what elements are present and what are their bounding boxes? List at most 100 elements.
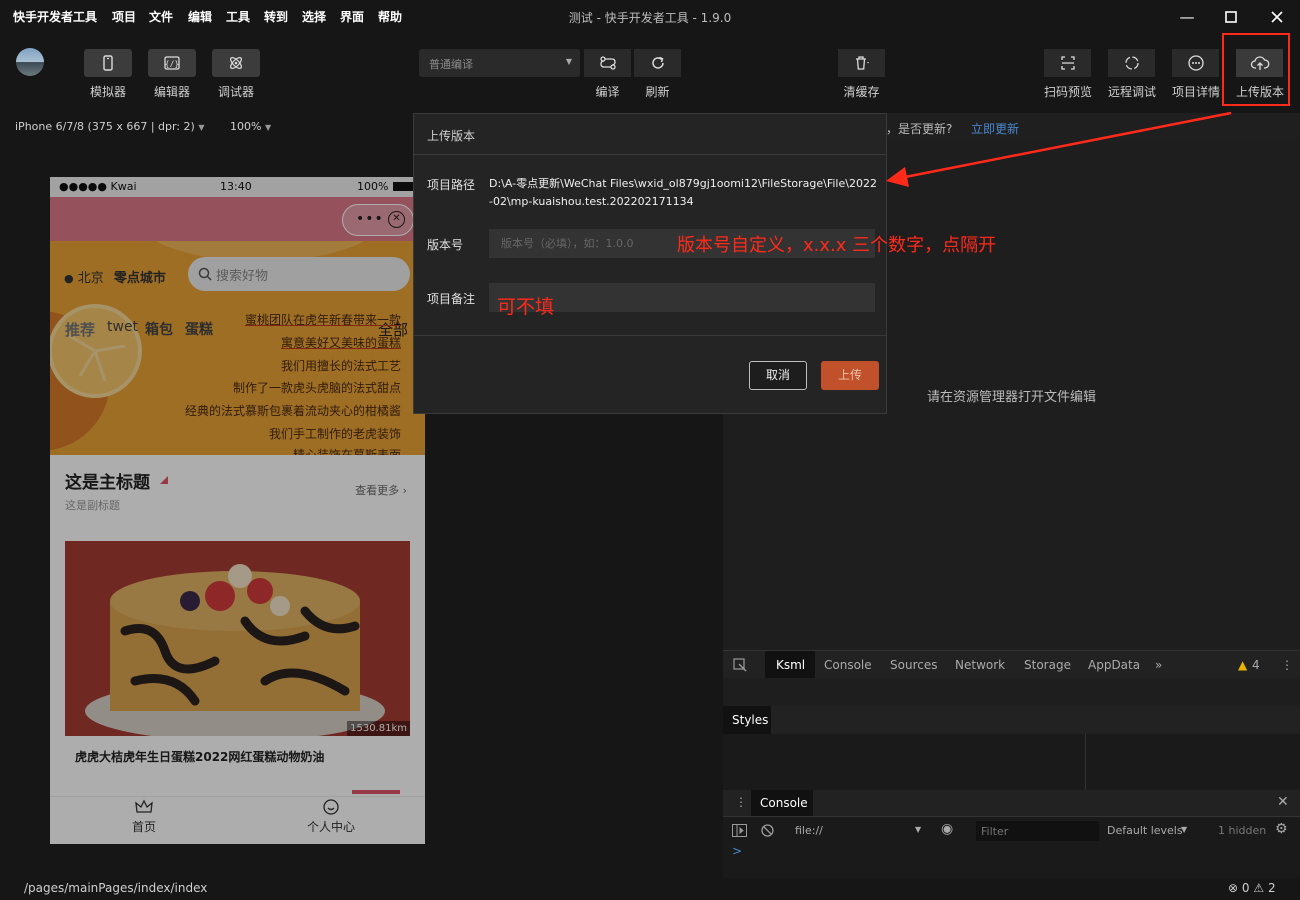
cancel-button[interactable]: 取消 xyxy=(749,361,807,390)
project-details-button[interactable] xyxy=(1172,49,1219,77)
note-hint-annotation: 可不填 xyxy=(497,296,555,318)
warning-icon: ▲ xyxy=(1238,658,1248,672)
trash-icon xyxy=(855,56,869,70)
scan-preview-button[interactable] xyxy=(1044,49,1091,77)
menu-bar: 快手开发者工具 项目 文件 编辑 工具 转到 选择 界面 帮助 测试 - 快手开… xyxy=(0,0,1300,34)
scroll-text: 蜜桃团队在虎年新春带来一款 寓意美好又美味的蛋糕 我们用擅长的法式工艺 制作了一… xyxy=(50,241,425,455)
eye-icon[interactable]: ◉ xyxy=(941,821,953,837)
more-circle-icon xyxy=(1187,55,1204,71)
tab-network[interactable]: Network xyxy=(955,658,1005,672)
banner: ● 北京 零点城市 搜索好物 推荐 twet 箱包 蛋糕 全部 蜜桃团队在虎年新… xyxy=(50,241,425,455)
phone-status-bar: ●●●●● Kwai 13:40 100% xyxy=(50,177,425,197)
scan-icon xyxy=(1060,56,1075,70)
console-output[interactable]: > xyxy=(723,844,1300,878)
upload-button[interactable]: 上传 xyxy=(821,361,879,390)
clock: 13:40 xyxy=(220,180,252,193)
editor-button[interactable]: {/} xyxy=(148,49,196,77)
compile-mode-value: 普通编译 xyxy=(429,58,473,71)
close-icon xyxy=(1271,11,1283,23)
debugger-label: 调试器 xyxy=(217,85,254,99)
editor-label: 编辑器 xyxy=(153,85,190,99)
divider xyxy=(414,335,886,336)
avatar[interactable] xyxy=(16,48,44,76)
clear-console-icon[interactable] xyxy=(761,824,774,837)
context-dropdown-icon[interactable]: ▼ xyxy=(915,825,921,834)
more-tabs-icon[interactable]: » xyxy=(1155,658,1162,672)
dropdown-triangle-icon: ▼ xyxy=(565,57,572,66)
console-settings-icon[interactable]: ⚙ xyxy=(1275,821,1288,837)
maximize-icon xyxy=(1225,11,1237,23)
levels-dropdown-icon[interactable]: ▼ xyxy=(1181,825,1187,834)
tab-ksml[interactable]: Ksml xyxy=(776,658,805,672)
panel-divider xyxy=(1085,734,1086,790)
tab-profile[interactable]: 个人中心 xyxy=(291,799,371,835)
tab-styles[interactable]: Styles xyxy=(732,713,768,727)
inspect-icon[interactable] xyxy=(733,658,747,672)
phone-tab-bar: 首页 个人中心 xyxy=(50,796,425,844)
device-value: iPhone 6/7/8 (375 x 667 | dpr: 2) xyxy=(15,120,195,133)
device-select[interactable]: iPhone 6/7/8 (375 x 667 | dpr: 2) ▼ xyxy=(15,120,204,133)
see-more-link[interactable]: 查看更多 › xyxy=(355,482,407,498)
kebab-menu-icon[interactable]: ⋮ xyxy=(1281,658,1293,672)
refresh-button[interactable] xyxy=(634,49,681,77)
simulator-label: 模拟器 xyxy=(89,85,126,99)
hidden-count: 1 hidden xyxy=(1218,824,1267,837)
compile-label: 编译 xyxy=(595,85,620,99)
close-window-button[interactable] xyxy=(1266,6,1288,28)
remote-debug-label: 远程调试 xyxy=(1107,85,1156,99)
tab-console[interactable]: Console xyxy=(824,658,872,672)
tab-sources[interactable]: Sources xyxy=(890,658,937,672)
tab-console-drawer[interactable]: Console xyxy=(760,796,808,810)
smile-icon xyxy=(323,799,339,815)
devtools-tab-bar: Ksml Console Sources Network Storage App… xyxy=(723,650,1300,678)
scroll-line: 我们手工制作的老虎装饰 xyxy=(268,427,401,441)
product-image[interactable]: 1530.81km xyxy=(65,541,410,736)
tab-home[interactable]: 首页 xyxy=(104,799,184,835)
capsule-menu[interactable]: ••• ✕ xyxy=(342,204,414,236)
simulator-button[interactable] xyxy=(84,49,132,77)
context-select[interactable]: file:// xyxy=(795,824,823,837)
log-levels-select[interactable]: Default levels xyxy=(1107,824,1183,837)
close-drawer-icon[interactable]: ✕ xyxy=(1277,794,1289,810)
battery-icon xyxy=(393,182,413,191)
compile-icon xyxy=(599,56,616,70)
window-title: 测试 - 快手开发者工具 - 1.9.0 xyxy=(568,11,732,25)
highlight-box xyxy=(1222,33,1290,106)
battery-level: 100% xyxy=(357,180,389,193)
scan-preview-label: 扫码预览 xyxy=(1043,85,1092,99)
sidebar-toggle-icon[interactable] xyxy=(732,824,747,837)
remote-debug-button[interactable] xyxy=(1108,49,1155,77)
compile-mode-select[interactable]: 普通编译 ▼ xyxy=(419,49,580,77)
warning-count-status: 2 xyxy=(1267,881,1276,895)
drawer-menu-icon[interactable]: ⋮ xyxy=(735,795,747,809)
remote-debug-icon xyxy=(1124,56,1139,70)
problems-indicator[interactable]: ⊗ 0 ⚠ 2 xyxy=(1228,881,1276,895)
debugger-button[interactable] xyxy=(212,49,260,77)
cake-illustration xyxy=(65,541,410,736)
console-prompt: > xyxy=(732,844,743,858)
zoom-select[interactable]: 100% ▼ xyxy=(230,120,271,133)
minimize-button[interactable]: — xyxy=(1176,6,1198,28)
update-now-link[interactable]: 立即更新 xyxy=(971,120,1019,137)
tab-profile-label: 个人中心 xyxy=(306,820,355,834)
product-name[interactable]: 虎虎大桔虎年生日蛋糕2022网红蛋糕动物奶油 xyxy=(75,748,324,765)
error-count: 0 xyxy=(1241,881,1250,895)
scroll-line: 我们用擅长的法式工艺 xyxy=(280,359,401,373)
styles-bar: Styles xyxy=(723,706,1300,734)
maximize-button[interactable] xyxy=(1220,6,1242,28)
section-title: 这是主标题 xyxy=(65,473,150,493)
close-circle-icon[interactable]: ✕ xyxy=(388,211,405,228)
scroll-line: 精心装饰在慕斯表面 xyxy=(292,448,401,455)
more-dots-icon[interactable]: ••• xyxy=(356,211,384,227)
clear-cache-button[interactable] xyxy=(838,49,885,77)
tab-storage[interactable]: Storage xyxy=(1024,658,1071,672)
status-bar: /pages/mainPages/index/index ⊗ 0 ⚠ 2 xyxy=(0,878,1300,900)
project-path-value: D:\A-零点更新\WeChat Files\wxid_ol879gj1oomi… xyxy=(489,177,877,208)
compile-button[interactable] xyxy=(584,49,631,77)
tab-appdata[interactable]: AppData xyxy=(1088,658,1140,672)
version-hint-annotation: 版本号自定义，x.x.x 三个数字，点隔开 xyxy=(677,235,997,256)
chevron-down-icon: ▼ xyxy=(264,123,272,132)
current-page-path[interactable]: /pages/mainPages/index/index xyxy=(24,881,207,895)
tab-home-label: 首页 xyxy=(131,820,156,834)
console-filter-input[interactable] xyxy=(976,821,1099,841)
